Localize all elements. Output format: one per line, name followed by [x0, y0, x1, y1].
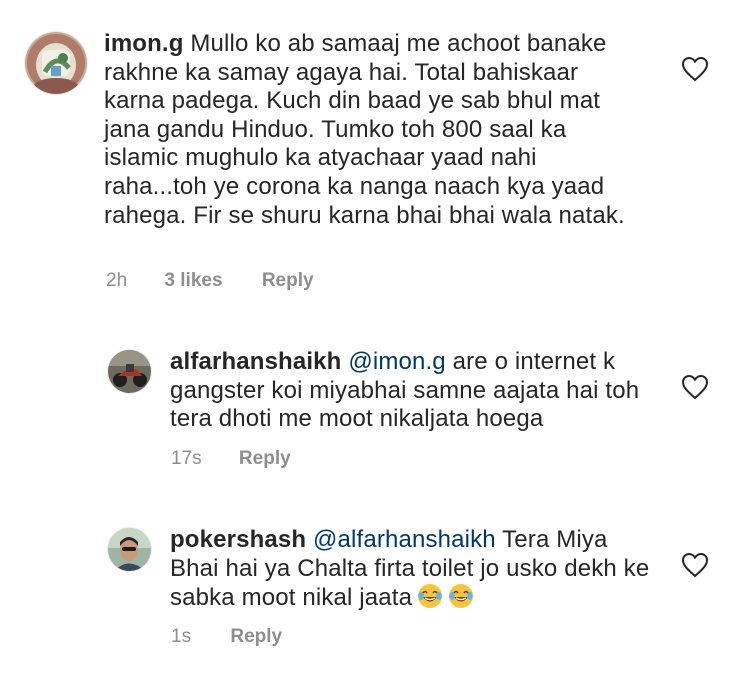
comment-text: alfarhanshaikh @imon.g are o internet k …	[170, 348, 640, 434]
heart-icon[interactable]	[681, 374, 709, 400]
comment-time: 2h	[106, 270, 128, 291]
comment-time: 17s	[171, 448, 202, 469]
reply-button[interactable]: Reply	[262, 270, 314, 292]
comment-username[interactable]: imon.g	[104, 30, 184, 57]
heart-icon[interactable]	[681, 552, 709, 578]
heart-icon[interactable]	[681, 56, 709, 82]
face-with-tears-of-joy-icon	[418, 584, 443, 609]
comment-meta: 1s Reply	[171, 626, 282, 648]
comment-meta: 17s Reply	[171, 448, 291, 470]
mention-link[interactable]: @alfarhanshaikh	[313, 526, 496, 553]
reply-button[interactable]: Reply	[230, 626, 282, 648]
face-with-tears-of-joy-icon	[449, 584, 474, 609]
likes-count[interactable]: 3 likes	[164, 270, 222, 292]
avatar[interactable]	[25, 32, 87, 94]
mention-link[interactable]: @imon.g	[348, 348, 445, 375]
comment-text: pokershash @alfarhanshaikh Tera Miya Bha…	[170, 526, 650, 613]
avatar[interactable]	[108, 528, 151, 571]
comment-username[interactable]: alfarhanshaikh	[170, 348, 342, 375]
comment-username[interactable]: pokershash	[170, 526, 306, 553]
comment-time: 1s	[171, 626, 192, 647]
reply-button[interactable]: Reply	[239, 448, 291, 470]
comment-body: Mullo ko ab samaaj me achoot banake rakh…	[104, 30, 625, 229]
avatar[interactable]	[108, 350, 151, 393]
comment-text: imon.g Mullo ko ab samaaj me achoot bana…	[104, 30, 644, 230]
comment-meta: 2h 3 likes Reply	[106, 270, 314, 292]
